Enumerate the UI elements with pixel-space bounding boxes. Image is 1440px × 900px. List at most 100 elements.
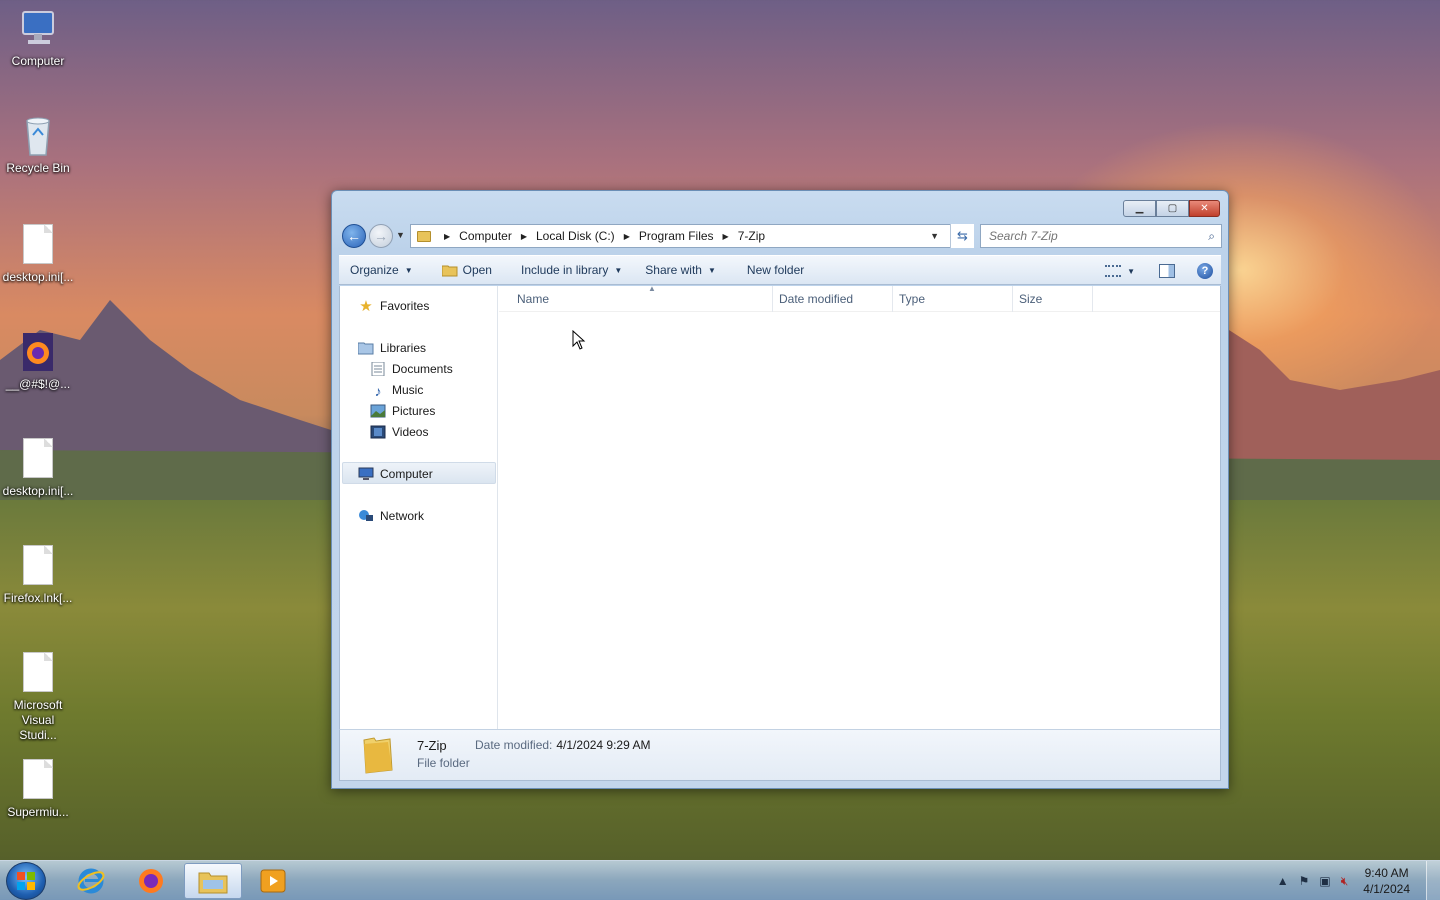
nav-network[interactable]: Network [358, 506, 424, 526]
address-dropdown-icon[interactable]: ▼ [930, 231, 939, 241]
chevron-down-icon: ▼ [707, 265, 716, 275]
details-item-name: 7-Zip [417, 738, 447, 753]
open-label: Open [462, 263, 492, 277]
breadcrumb-computer[interactable]: Computer [459, 229, 512, 243]
folder-icon [363, 737, 393, 774]
column-type[interactable]: Type [893, 286, 1013, 312]
windows-explorer-icon [198, 872, 228, 894]
chevron-right-icon[interactable]: ▶ [521, 232, 527, 241]
desktop-icon-computer[interactable]: Computer [2, 8, 74, 68]
document-icon [20, 652, 56, 694]
nav-label: Computer [380, 467, 433, 481]
minimize-button[interactable]: ▁ [1123, 200, 1156, 217]
media-player-icon [260, 869, 286, 893]
column-label: Size [1019, 292, 1043, 306]
navigation-row: ← → ▼ ▶ Computer ▶ Local Disk (C:) ▶ Pro… [340, 223, 1222, 249]
clock-date: 4/1/2024 [1363, 882, 1410, 896]
search-input[interactable] [989, 229, 1189, 243]
nav-computer[interactable]: Computer [358, 464, 433, 484]
nav-label: Videos [392, 425, 429, 439]
action-center-flag-icon[interactable]: ⚑ [1299, 874, 1310, 888]
nav-documents[interactable]: Documents [370, 359, 453, 379]
computer-icon [358, 467, 374, 480]
back-button[interactable]: ← [342, 224, 366, 248]
taskbar-media-player[interactable] [244, 863, 302, 899]
change-view-icon[interactable] [1105, 265, 1122, 277]
column-label: Date modified [779, 292, 854, 306]
network-status-icon[interactable]: ▣ [1319, 874, 1330, 888]
nav-favorites[interactable]: ★ Favorites [358, 296, 429, 316]
chevron-right-icon[interactable]: ▶ [444, 232, 450, 241]
desktop-icon-visual-studio[interactable]: Microsoft Visual Studi... [2, 652, 74, 743]
taskbar-internet-explorer[interactable] [62, 863, 120, 899]
desktop-icon-label: Recycle Bin [6, 161, 70, 175]
chevron-right-icon[interactable]: ▶ [624, 232, 630, 241]
desktop-icon-firefox-lnk[interactable]: Firefox.lnk[... [2, 545, 74, 605]
libraries-icon [358, 342, 374, 355]
organize-button[interactable]: Organize ▼ [339, 255, 422, 285]
content-area: ★ Favorites Libraries Documents ♪ Music Pi… [339, 284, 1221, 729]
desktop-icon-supermium[interactable]: Supermiu... [2, 759, 74, 819]
nav-videos[interactable]: Videos [370, 422, 428, 442]
sort-ascending-icon: ▲ [648, 284, 656, 293]
desktop-icon-desktop-ini-2[interactable]: desktop.ini[... [2, 438, 74, 498]
view-options-dropdown-icon[interactable]: ▼ [1127, 267, 1135, 276]
details-date-value: 4/1/2024 9:29 AM [556, 738, 651, 752]
show-desktop-button[interactable] [1426, 861, 1440, 900]
system-tray: ▲ ⚑ ▣ 🔇︎ 9:40 AM 4/1/2024 [1272, 861, 1440, 900]
column-date-modified[interactable]: Date modified [773, 286, 893, 312]
breadcrumb-program-files[interactable]: Program Files [639, 229, 714, 243]
document-icon [20, 759, 56, 801]
nav-label: Favorites [380, 299, 430, 313]
chevron-right-icon[interactable]: ▶ [723, 232, 729, 241]
desktop-icon-label: __@#$!@... [5, 377, 71, 391]
windows-logo-icon [17, 872, 35, 890]
nav-label: Music [392, 383, 424, 397]
details-date-modified: Date modified: 4/1/2024 9:29 AM [475, 738, 650, 752]
desktop-icon-firefox-shortcut[interactable]: __@#$!@... [2, 331, 74, 391]
file-list: ▲ Name Date modified Type Size [499, 284, 1220, 729]
new-folder-button[interactable]: New folder [725, 255, 813, 285]
breadcrumb-local-disk[interactable]: Local Disk (C:) [536, 229, 615, 243]
open-button[interactable]: Open [422, 255, 501, 285]
share-with-label: Share with [645, 263, 702, 277]
clock[interactable]: 9:40 AM 4/1/2024 [1363, 865, 1410, 897]
preview-pane-icon[interactable] [1159, 264, 1175, 278]
search-icon[interactable]: ⌕ [1208, 229, 1215, 244]
nav-pictures[interactable]: Pictures [370, 401, 435, 421]
desktop-icon-label: Computer [11, 54, 65, 68]
refresh-button[interactable]: ⇆ [950, 224, 974, 248]
recycle-bin-icon [20, 115, 56, 157]
include-in-library-button[interactable]: Include in library ▼ [501, 255, 631, 285]
maximize-button[interactable]: ▢ [1156, 200, 1189, 217]
nav-libraries[interactable]: Libraries [358, 338, 426, 358]
desktop-icon-desktop-ini[interactable]: desktop.ini[... [2, 224, 74, 284]
column-size[interactable]: Size [1013, 286, 1093, 312]
firefox-icon [20, 331, 56, 373]
search-box[interactable]: ⌕ [980, 224, 1222, 248]
column-name[interactable]: ▲ Name [511, 284, 773, 312]
volume-muted-icon[interactable]: 🔇︎ [1341, 874, 1349, 889]
desktop-icon-recycle-bin[interactable]: Recycle Bin [2, 115, 74, 175]
details-date-label: Date modified: [475, 738, 553, 752]
open-folder-icon [441, 265, 458, 276]
address-bar[interactable]: ▶ Computer ▶ Local Disk (C:) ▶ Program F… [410, 224, 974, 248]
breadcrumb-7-zip[interactable]: 7-Zip [738, 229, 765, 243]
nav-label: Libraries [380, 341, 427, 355]
forward-button[interactable]: → [369, 224, 393, 248]
show-hidden-icons-icon[interactable]: ▲ [1277, 874, 1289, 888]
taskbar-firefox[interactable] [122, 863, 180, 899]
star-icon: ★ [359, 298, 373, 315]
taskbar-windows-explorer[interactable] [184, 863, 242, 899]
start-button[interactable] [6, 862, 46, 900]
share-with-button[interactable]: Share with ▼ [631, 255, 725, 285]
desktop-icon-label: Microsoft Visual Studi... [13, 698, 63, 742]
new-folder-label: New folder [746, 263, 805, 277]
details-pane: 7-Zip File folder Date modified: 4/1/2024… [339, 729, 1221, 781]
close-icon: ✕ [1200, 203, 1209, 214]
command-bar: Organize ▼ Open Include in library ▼ Share… [339, 255, 1221, 285]
recent-pages-dropdown[interactable]: ▼ [396, 230, 405, 240]
close-button[interactable]: ✕ [1189, 200, 1220, 217]
nav-music[interactable]: ♪ Music [370, 380, 424, 400]
help-icon[interactable]: ? [1197, 263, 1213, 279]
